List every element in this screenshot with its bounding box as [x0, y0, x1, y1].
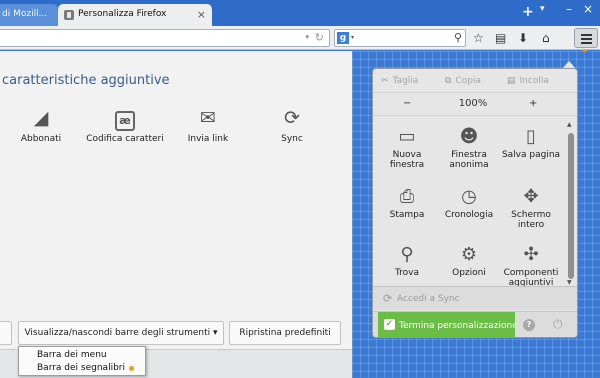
edit-controls: ✂ Taglia ⧉ Copia ▤ Incolla: [373, 69, 577, 93]
new-tab-button[interactable]: +: [522, 4, 534, 20]
panel-item-fullscreen[interactable]: ✥ Schermo intero: [499, 185, 563, 230]
panel-item-print[interactable]: ⎙ Stampa: [375, 185, 439, 220]
sync-icon: ⟳: [383, 292, 393, 305]
search-icon[interactable]: ⚲: [454, 31, 462, 44]
menu-panel: ✂ Taglia ⧉ Copia ▤ Incolla − 100% + ▭ Nuova…: [372, 68, 578, 338]
character-encoding-icon: æ: [80, 105, 170, 131]
tab-label: di Mozill...: [2, 9, 48, 19]
zoom-in-button[interactable]: +: [529, 98, 537, 109]
zoom-controls: − 100% +: [373, 94, 577, 116]
restore-defaults-button[interactable]: Ripristina predefiniti: [229, 321, 341, 345]
menu-button[interactable]: [574, 28, 598, 48]
menu-item-menu-bar[interactable]: Barra dei menu: [37, 350, 107, 360]
search-bar[interactable]: g ▾ ⚲: [334, 29, 466, 47]
close-window-button[interactable]: ×: [583, 2, 593, 16]
tab-label: Personalizza Firefox: [78, 9, 167, 19]
cut-button[interactable]: ✂ Taglia: [381, 76, 418, 86]
tab-personalizza-firefox[interactable]: Personalizza Firefox ×: [58, 4, 212, 26]
palette-item-abbonati[interactable]: ◢ Abbonati: [0, 105, 86, 144]
engine-dropdown-icon[interactable]: ▾: [351, 34, 354, 41]
help-button[interactable]: ?: [523, 319, 535, 331]
paste-button[interactable]: ▤ Incolla: [507, 76, 549, 86]
panel-item-private-window[interactable]: ☻ Finestra anonima: [437, 125, 501, 170]
palette-item-invia-link[interactable]: ✉ Invia link: [163, 105, 253, 144]
palette-item-sync[interactable]: ⟳ Sync: [247, 105, 337, 144]
save-page-icon: ▯: [526, 126, 536, 147]
private-window-icon: ☻: [459, 126, 479, 147]
url-bar[interactable]: ▾ ↻: [0, 29, 330, 47]
panel-item-options[interactable]: ⚙ Opzioni: [437, 243, 501, 278]
sync-icon: ⟳: [284, 107, 300, 129]
paste-icon: ▤: [507, 76, 516, 86]
panel-scrollbar[interactable]: ▲ ▼: [567, 119, 575, 286]
tab-strip: di Mozill... Personalizza Firefox × + ▾ …: [0, 0, 600, 26]
panel-item-new-window[interactable]: ▭ Nuova finestra: [375, 125, 439, 170]
palette-item-codifica-caratteri[interactable]: æ Codifica caratteri: [80, 105, 170, 144]
tab-close-icon[interactable]: ×: [197, 8, 206, 21]
fullscreen-icon: ✥: [523, 186, 539, 207]
menu-item-bookmarks-toolbar[interactable]: Barra dei segnalibri: [37, 363, 125, 373]
bookmark-star-icon[interactable]: ☆: [473, 31, 484, 45]
reload-icon[interactable]: ↻: [315, 31, 324, 44]
panel-item-addons[interactable]: ✣ Componenti aggiuntivi: [499, 243, 563, 288]
history-icon: ◷: [461, 186, 477, 207]
toolbars-popup-menu: Barra dei menu Barra dei segnalibri: [18, 346, 146, 376]
show-hide-titlebar-button[interactable]: [0, 321, 12, 345]
tab-mozilla[interactable]: di Mozill...: [0, 4, 58, 26]
bookmarks-menu-icon[interactable]: ▤: [495, 31, 506, 45]
new-window-icon: ▭: [398, 126, 416, 147]
scroll-down-icon[interactable]: ▼: [567, 279, 572, 286]
scroll-up-icon[interactable]: ▲: [567, 121, 572, 128]
quit-button[interactable]: ⏻: [553, 317, 563, 332]
tab-list-dropdown-icon[interactable]: ▾: [540, 4, 545, 14]
customize-palette-area: caratteristiche aggiuntive ◢ Abbonati æ …: [0, 51, 352, 349]
email-link-icon: ✉: [200, 107, 216, 129]
scroll-thumb[interactable]: [568, 133, 574, 279]
find-icon: ⚲: [400, 244, 414, 265]
zoom-reset-button[interactable]: 100%: [455, 98, 491, 109]
palette-title: caratteristiche aggiuntive: [2, 73, 170, 88]
customize-favicon-icon: [64, 10, 74, 20]
zoom-out-button[interactable]: −: [403, 98, 411, 109]
home-icon[interactable]: ⌂: [542, 31, 550, 45]
rss-icon: ◢: [33, 107, 49, 129]
panel-item-history[interactable]: ◷ Cronologia: [437, 185, 501, 220]
copy-button[interactable]: ⧉ Copia: [445, 76, 481, 86]
cut-icon: ✂: [381, 76, 389, 86]
exit-customize-button[interactable]: ✓ Termina personalizzazione: [378, 312, 518, 337]
panel-item-find[interactable]: ⚲ Trova: [375, 243, 439, 278]
print-icon: ⎙: [399, 186, 415, 207]
panel-footer: ✓ Termina personalizzazione ? ⏻: [373, 311, 577, 337]
bookmarks-toolbar-dot: [129, 366, 134, 371]
url-history-dropdown-icon[interactable]: ▾: [305, 33, 309, 41]
sync-signin-row[interactable]: ⟳ Accedi a Sync: [373, 286, 577, 310]
toolbars-dropdown-button[interactable]: Visualizza/nascondi barre degli strument…: [18, 321, 224, 345]
minimize-button[interactable]: –: [566, 2, 572, 16]
options-icon: ⚙: [460, 244, 478, 265]
check-icon: ✓: [384, 319, 395, 330]
downloads-icon[interactable]: ⬇: [518, 31, 528, 45]
panel-item-save-page[interactable]: ▯ Salva pagina: [499, 125, 563, 160]
google-engine-icon[interactable]: g: [337, 32, 349, 44]
addons-icon: ✣: [523, 244, 539, 265]
copy-icon: ⧉: [445, 76, 452, 86]
navigation-toolbar: ▾ ↻ g ▾ ⚲ ☆ ▤ ⬇ ⌂: [0, 26, 600, 54]
